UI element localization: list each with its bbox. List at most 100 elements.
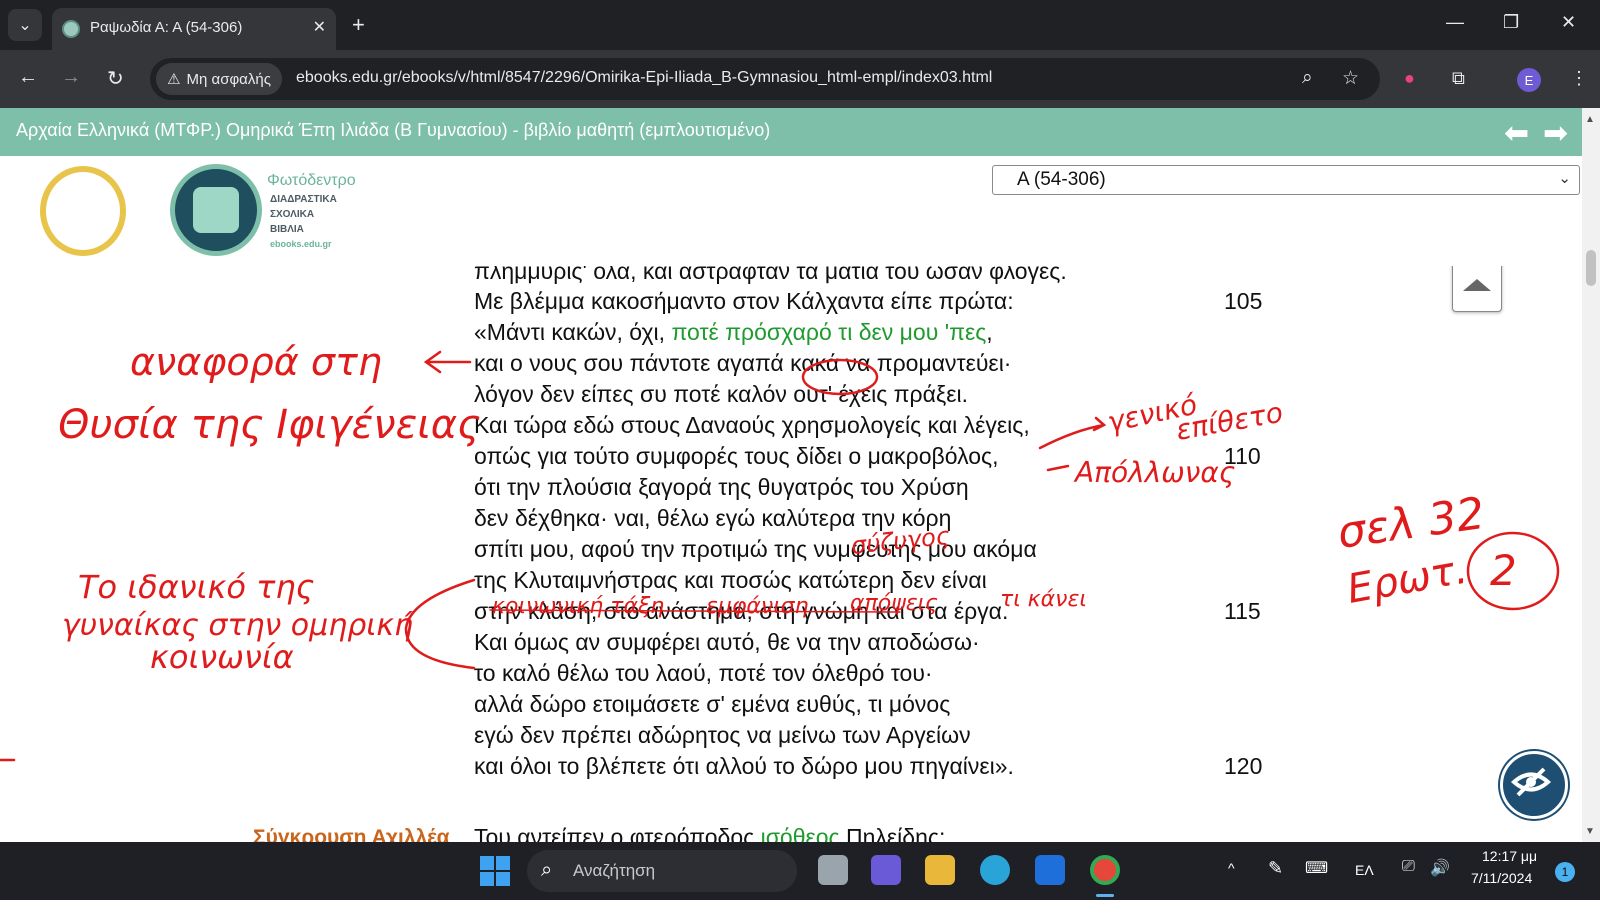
file-explorer-icon[interactable] [925,855,955,885]
meet-icon[interactable] [871,855,901,885]
verse-line: οπώς για τούτο συμφορές τους δίδει ο μακ… [474,443,999,469]
reload-icon[interactable]: ↻ [107,66,124,91]
network-icon[interactable]: ⎚ [1402,858,1415,876]
chapter-select-value: Α (54-306) [1017,169,1106,190]
logo-sub4: ebooks.edu.gr [270,239,332,249]
minimize-button[interactable]: — [1446,12,1464,33]
verse-number: 110 [1224,443,1261,469]
extensions-puzzle-icon[interactable]: ⧉ [1452,68,1465,89]
logo-shape [193,187,239,233]
notification-badge[interactable]: 1 [1555,862,1575,882]
chevron-down-icon: ⌄ [1558,170,1571,187]
verse-line: της Κλυταιμνήστρας και ποσώς κατώτερη δε… [474,567,987,593]
verse-text: Πηλείδης: [839,824,946,842]
volume-icon[interactable]: 🔊 [1430,858,1450,878]
task-view-icon[interactable] [818,855,848,885]
verse-line: το καλό θέλω του λαού, ποτέ τον όλεθρό τ… [474,660,933,686]
scroll-thumb[interactable] [1586,250,1596,286]
windows-taskbar: ⌕ Αναζήτηση ^ ✎ ⌨ ΕΛ ⎚ 🔊 12:17 μμ 7/11/2… [0,842,1600,900]
chapter-select[interactable]: Α (54-306) ⌄ [992,165,1580,195]
profile-avatar[interactable]: E [1517,68,1541,92]
verse-line: και ο νους σου πάντοτε αγαπά κακά να προ… [474,350,1012,376]
close-window-button[interactable]: ✕ [1561,12,1576,33]
whiteboard-icon[interactable] [1035,855,1065,885]
extension-icon[interactable]: ● [1404,68,1415,89]
forward-icon[interactable]: → [61,66,81,89]
verse-text: «Μάντι κακών, όχι, [474,319,672,345]
chrome-icon[interactable] [1090,855,1120,885]
section-label: Σύγκρουση Αχιλλέα [253,826,450,842]
logo-sub2: ΣΧΟΛΙΚΑ [270,209,315,220]
favicon-icon [62,20,80,38]
accessibility-button[interactable] [1500,751,1568,819]
verse-line: Με βλέμμα κακοσήμαντο στον Κάλχαντα είπε… [474,288,1014,314]
verse-line: δεν δέχθηκα· ναι, θέλω εγώ καλύτερα την … [474,505,952,531]
verse-line: στην κλάση, στο ανάστημα, στη γνώμη και … [474,598,1009,624]
zoom-icon[interactable]: ⌕ [1302,67,1313,89]
verse-line: Και όμως αν συμφέρει αυτό, θε να την απο… [474,629,980,655]
menu-dots-icon[interactable]: ⋮ [1570,68,1588,89]
glossary-link[interactable]: ποτέ πρόσχαρό τι δεν μου 'πες [671,319,986,345]
page-scrollbar[interactable]: ▲ ▼ [1582,108,1600,842]
chevron-up-icon[interactable]: ^ [1228,860,1235,876]
active-tab[interactable]: Ραψωδία Α: Α (54-306) ✕ [52,8,336,50]
scroll-up-arrow-icon[interactable]: ▲ [1585,114,1595,125]
back-icon[interactable]: ← [18,66,38,89]
security-chip[interactable]: ⚠ Μη ασφαλής [156,63,282,95]
tab-title: Ραψωδία Α: Α (54-306) [90,19,243,36]
verse-number: 105 [1224,288,1263,314]
verse-line: και όλοι το βλέπετε ότι αλλού το δώρο μο… [474,753,1014,779]
verse-line: Και τώρα εδώ στους Δαναούς χρησμολογείς … [474,412,1030,438]
next-page-arrow-icon[interactable]: ➡ [1543,116,1568,151]
verse-line: ότι την πλούσια ξαγορά της θυγατρός του … [474,474,969,500]
scroll-to-top-button[interactable] [1452,266,1502,312]
verse-number: 120 [1224,753,1263,779]
new-tab-button[interactable]: + [352,12,365,38]
warning-icon: ⚠ [167,71,181,88]
poem-content: πλημμυρίς' όλα, και αστράφταν τα μάτια τ… [0,266,1582,842]
prev-page-arrow-icon[interactable]: ⬅ [1504,116,1529,151]
photodentro-logo [170,164,262,256]
verse-text: Του αντείπεν ο φτερόποδος [474,824,761,842]
verse-line: Του αντείπεν ο φτερόποδος ισόθεος Πηλείδ… [474,824,945,842]
url-text[interactable]: ebooks.edu.gr/ebooks/v/html/8547/2296/Om… [296,69,992,87]
logo-subtitle: ΔΙΑΔΡΑΣΤΙΚΑ ΣΧΟΛΙΚΑ ΒΙΒΛΙΑ ebooks.edu.gr [270,192,337,252]
verse-line: σπίτι μου, αφού την προτιμώ της νυμφευτή… [474,536,1037,562]
verse-line: αλλά δώρο ετοιμάσετε σ' εμένα ευθύς, τι … [474,691,951,717]
chevron-down-icon: ⌄ [18,17,32,34]
taskbar-search[interactable]: ⌕ Αναζήτηση [527,850,797,892]
ministry-logo [40,166,126,256]
active-app-indicator [1096,894,1114,897]
edge-icon[interactable] [980,855,1010,885]
tab-search-button[interactable]: ⌄ [8,9,42,41]
bookmark-star-icon[interactable]: ☆ [1342,67,1359,90]
search-icon: ⌕ [541,859,553,881]
language-indicator[interactable]: ΕΛ [1355,862,1374,878]
glossary-link[interactable]: ισόθεος [761,824,840,842]
browser-toolbar: ← → ↻ ⚠ Μη ασφαλής ebooks.edu.gr/ebooks/… [0,50,1600,108]
verse-line: πλημμυρίς' όλα, και αστράφταν τα μάτια τ… [474,266,1067,284]
keyboard-icon[interactable]: ⌨ [1305,858,1328,878]
pen-icon[interactable]: ✎ [1268,858,1283,879]
windows-start-icon[interactable] [480,856,510,886]
clock-time[interactable]: 12:17 μμ [1482,848,1537,864]
book-header: Αρχαία Ελληνικά (ΜΤΦΡ.) Ομηρικά Έπη Ιλιά… [0,108,1582,156]
scroll-down-arrow-icon[interactable]: ▼ [1585,826,1595,837]
address-bar[interactable]: ⚠ Μη ασφαλής ebooks.edu.gr/ebooks/v/html… [150,58,1380,100]
verse-line: εγώ δεν πρέπει αδώρητος να μείνω των Αργ… [474,722,971,748]
security-label: Μη ασφαλής [186,70,271,88]
eye-slash-icon [1510,767,1552,797]
verse-text: , [986,319,993,345]
restore-button[interactable]: ❐ [1503,12,1519,33]
logo-sub3: ΒΙΒΛΙΑ [270,224,304,235]
clock-date[interactable]: 7/11/2024 [1471,870,1532,886]
book-title: Αρχαία Ελληνικά (ΜΤΦΡ.) Ομηρικά Έπη Ιλιά… [16,120,771,140]
verse-line: λόγον δεν είπες συ ποτέ καλόν ουτ' έχεις… [474,381,968,407]
close-tab-icon[interactable]: ✕ [313,17,326,37]
caret-up-icon [1463,279,1491,291]
logo-title: Φωτόδεντρο [267,172,356,189]
verse-line: «Μάντι κακών, όχι, ποτέ πρόσχαρό τι δεν … [474,319,993,346]
logo-sub1: ΔΙΑΔΡΑΣΤΙΚΑ [270,194,337,205]
search-placeholder: Αναζήτηση [573,861,656,880]
tab-strip: ⌄ Ραψωδία Α: Α (54-306) ✕ + — ❐ ✕ [0,0,1600,50]
